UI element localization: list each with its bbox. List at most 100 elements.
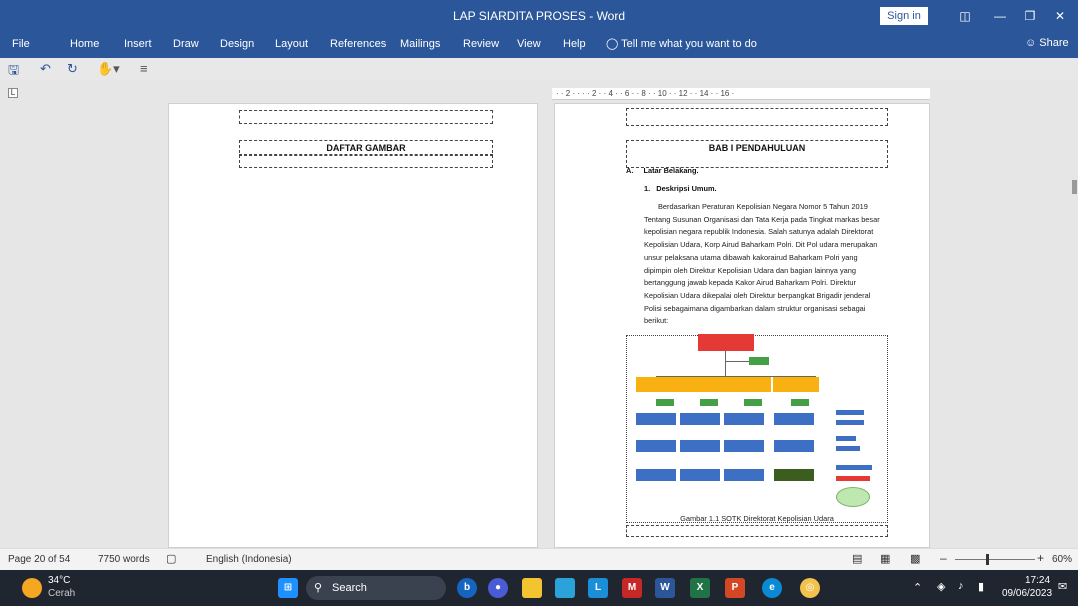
org-cloud-shape bbox=[836, 487, 870, 507]
minimize-icon[interactable]: — bbox=[985, 6, 1015, 26]
document-area: L · · 2 · · · · 2 · · 4 · · 6 · · 8 · · … bbox=[0, 80, 1078, 548]
tab-references[interactable]: References bbox=[330, 38, 386, 50]
figure-caption: Gambar 1.1 SOTK Direktorat Kepolisian Ud… bbox=[680, 514, 834, 523]
page-left[interactable]: DAFTAR GAMBAR bbox=[168, 103, 538, 548]
word-icon[interactable]: W bbox=[655, 578, 675, 598]
org-box-section bbox=[636, 440, 676, 452]
page-count[interactable]: Page 20 of 54 bbox=[8, 554, 70, 565]
proofing-icon[interactable]: ▢ bbox=[166, 552, 176, 565]
touch-mode-icon[interactable]: ✋▾ bbox=[97, 61, 120, 77]
paragraph-line: Kepolisian Udara, Korp Airud Baharkam Po… bbox=[644, 240, 878, 250]
org-box-section bbox=[724, 469, 764, 481]
org-box-sub-4 bbox=[773, 377, 819, 392]
zoom-slider-thumb[interactable] bbox=[986, 554, 989, 565]
weather-temp[interactable]: 34°C bbox=[48, 575, 70, 586]
windows-taskbar: 34°C Cerah ⊞ ⚲ Search b ● L M W X P e ◎ … bbox=[0, 570, 1078, 606]
paragraph-line: berikut: bbox=[644, 316, 669, 326]
paragraph-line: bertanggung jawab kepada Kakor Airud Bah… bbox=[644, 278, 856, 288]
file-explorer-icon[interactable] bbox=[522, 578, 542, 598]
redo-icon[interactable]: ↻ bbox=[67, 61, 78, 77]
search-label: Search bbox=[332, 582, 367, 594]
org-box-section bbox=[774, 469, 814, 481]
windows-start-icon[interactable]: ⊞ bbox=[278, 578, 298, 598]
tell-me-search[interactable]: ◯ Tell me what you want to do bbox=[606, 37, 757, 50]
read-mode-icon[interactable]: ▤ bbox=[852, 552, 862, 565]
print-layout-icon[interactable]: ▦ bbox=[880, 552, 890, 565]
word-count[interactable]: 7750 words bbox=[98, 554, 150, 565]
learning-icon[interactable]: L bbox=[588, 578, 608, 598]
sign-in-button[interactable]: Sign in bbox=[880, 7, 928, 25]
org-chart-image[interactable] bbox=[628, 332, 886, 512]
org-box-section bbox=[636, 469, 676, 481]
org-box-section bbox=[774, 413, 814, 425]
chapter-heading: BAB I PENDAHULUAN bbox=[708, 143, 806, 153]
org-box-detachment bbox=[836, 410, 864, 415]
body-paragraph: Berdasarkan Peraturan Kepolisian Negara … bbox=[644, 201, 888, 328]
undo-icon[interactable]: ↶ bbox=[40, 61, 51, 77]
zoom-level[interactable]: 60% bbox=[1052, 554, 1072, 565]
org-box-sub-1 bbox=[636, 377, 682, 392]
horizontal-ruler[interactable]: · · 2 · · · · 2 · · 4 · · 6 · · 8 · · 10… bbox=[552, 88, 930, 100]
tab-view[interactable]: View bbox=[517, 38, 541, 50]
word-window: LAP SIARDITA PROSES - Word Sign in ◫ — ❐… bbox=[0, 0, 1078, 606]
paragraph-line: Berdasarkan Peraturan Kepolisian Negara … bbox=[658, 202, 868, 211]
paragraph-line: unsur pelaksana utama dibawah kakorairud… bbox=[644, 252, 858, 262]
clock-time[interactable]: 17:24 bbox=[1025, 575, 1050, 586]
tab-help[interactable]: Help bbox=[563, 38, 586, 50]
header-placeholder bbox=[239, 110, 493, 124]
page-heading: DAFTAR GAMBAR bbox=[326, 143, 406, 153]
mcafee-icon[interactable]: M bbox=[622, 578, 642, 598]
tell-me-text: Tell me what you want to do bbox=[621, 38, 757, 50]
excel-icon[interactable]: X bbox=[690, 578, 710, 598]
chrome-icon[interactable]: ◎ bbox=[800, 578, 820, 598]
tab-design[interactable]: Design bbox=[220, 38, 254, 50]
zoom-out-icon[interactable]: – bbox=[940, 551, 947, 565]
org-box-staff bbox=[749, 357, 769, 365]
tab-file[interactable]: File bbox=[12, 38, 30, 50]
ribbon-tabs: File Home Insert Draw Design Layout Refe… bbox=[0, 32, 1078, 58]
customize-qat-icon[interactable]: ≡ bbox=[140, 61, 148, 76]
restore-icon[interactable]: ❐ bbox=[1015, 6, 1045, 26]
weather-icon[interactable] bbox=[22, 578, 42, 598]
tab-mailings[interactable]: Mailings bbox=[400, 38, 440, 50]
zoom-slider-track[interactable] bbox=[955, 559, 1035, 560]
tab-layout[interactable]: Layout bbox=[275, 38, 308, 50]
photos-icon[interactable] bbox=[555, 578, 575, 598]
edge-icon[interactable]: e bbox=[762, 578, 782, 598]
org-box-section bbox=[636, 413, 676, 425]
web-layout-icon[interactable]: ▩ bbox=[910, 552, 920, 565]
tab-draw[interactable]: Draw bbox=[173, 38, 199, 50]
tab-review[interactable]: Review bbox=[463, 38, 499, 50]
notification-icon[interactable]: ✉ bbox=[1058, 580, 1067, 593]
taskbar-search[interactable]: ⚲ Search bbox=[306, 576, 446, 600]
share-button[interactable]: ☺ Share bbox=[1025, 37, 1069, 49]
org-box-director bbox=[698, 334, 754, 351]
ribbon-display-icon[interactable]: ◫ bbox=[950, 6, 980, 26]
chevron-up-icon[interactable]: ⌃ bbox=[913, 581, 922, 594]
org-box-detachment bbox=[836, 465, 872, 470]
tab-insert[interactable]: Insert bbox=[124, 38, 152, 50]
vertical-scrollbar[interactable] bbox=[1070, 80, 1078, 548]
tab-home[interactable]: Home bbox=[70, 38, 99, 50]
battery-icon[interactable]: ▮ bbox=[978, 580, 984, 593]
weather-desc[interactable]: Cerah bbox=[48, 588, 75, 599]
close-icon[interactable]: ✕ bbox=[1045, 6, 1075, 26]
subsection-title: Deskripsi Umum. bbox=[656, 184, 717, 193]
bing-icon[interactable]: b bbox=[457, 578, 477, 598]
org-box-section bbox=[724, 440, 764, 452]
zoom-in-icon[interactable]: + bbox=[1037, 551, 1044, 565]
paragraph-line: Polisi sebagaimana digambarkan dalam str… bbox=[644, 303, 866, 313]
tab-selector[interactable]: L bbox=[8, 88, 18, 98]
footer-placeholder bbox=[626, 525, 888, 537]
paragraph-line: Kepolisian Udara dikepalai oleh Direktur… bbox=[644, 290, 871, 300]
powerpoint-icon[interactable]: P bbox=[725, 578, 745, 598]
quick-access-toolbar: 🖫 ↶ ↻ ✋▾ ≡ bbox=[0, 58, 1078, 80]
wifi-icon[interactable]: ◈ bbox=[937, 580, 945, 593]
meet-icon[interactable]: ● bbox=[488, 578, 508, 598]
volume-icon[interactable]: ♪ bbox=[958, 580, 964, 592]
scrollbar-thumb[interactable] bbox=[1072, 180, 1077, 194]
paragraph-line: dipimpin oleh Direktur Kepolisian Udara … bbox=[644, 265, 856, 275]
org-box-detachment bbox=[836, 446, 860, 451]
language[interactable]: English (Indonesia) bbox=[206, 554, 292, 565]
clock-date[interactable]: 09/06/2023 bbox=[1002, 588, 1052, 599]
